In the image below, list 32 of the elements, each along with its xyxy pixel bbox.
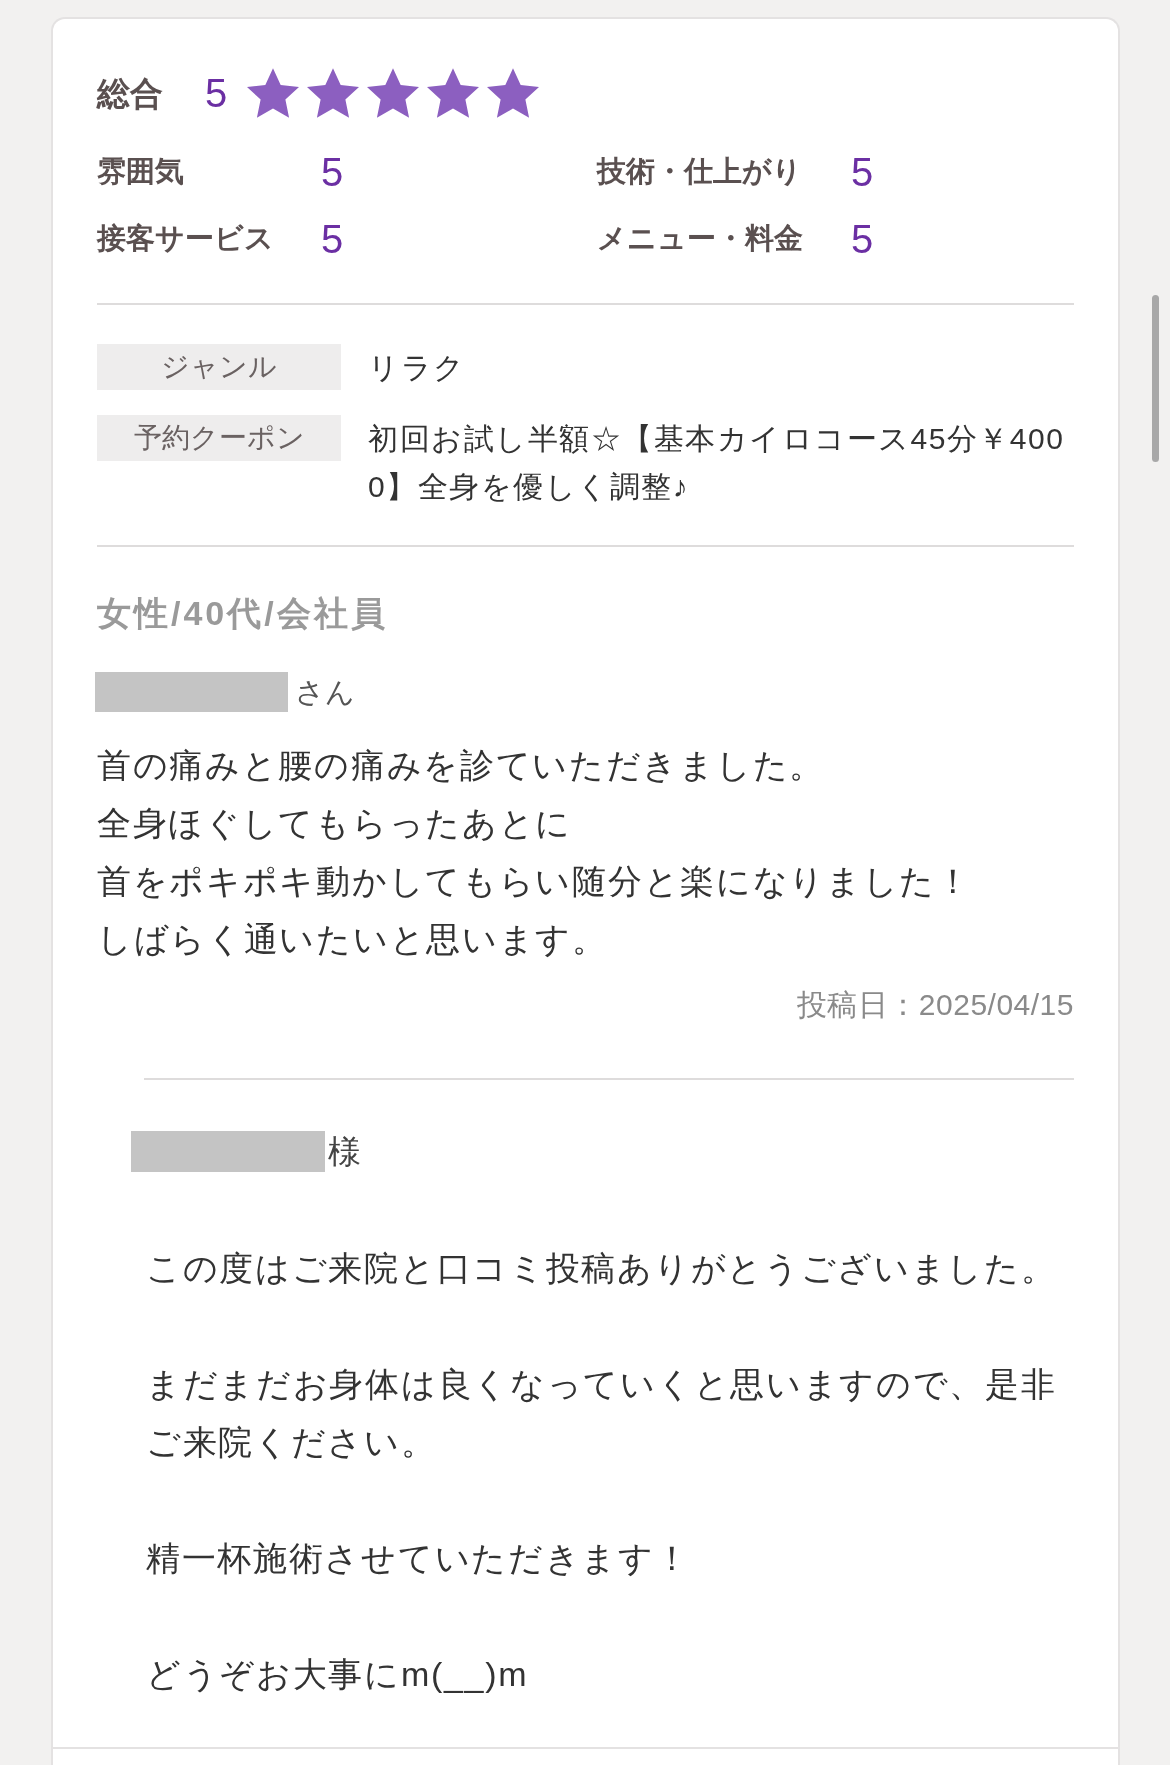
rating-label: 雰囲気 xyxy=(97,157,184,186)
field-value: 初回お試し半額☆【基本カイロコース45分￥4000】全身を優しく調整♪ xyxy=(368,421,1066,505)
field-value: リラク xyxy=(368,350,467,386)
overall-rating-label: 総合 xyxy=(97,76,163,110)
honorific-label: 様 xyxy=(328,1135,361,1168)
post-date: 投稿日：2025/04/15 xyxy=(795,987,1074,1023)
reply-paragraph: まだまだお身体は良くなっていくと思いますので、是非ご来院ください。 xyxy=(146,1364,1058,1463)
review-text: 全身ほぐしてもらったあとに xyxy=(97,803,574,844)
review-text: 首をポキポキ動かしてもらい随分と楽になりました！ xyxy=(97,861,973,902)
review-text: 首の痛みと腰の痛みを診ていただきました。 xyxy=(97,745,826,786)
rating-score: 5 xyxy=(851,151,874,192)
rating-score: 5 xyxy=(851,218,874,259)
rating-score: 5 xyxy=(321,151,344,192)
overall-score: 5 xyxy=(205,73,228,113)
star-icon xyxy=(427,68,480,118)
star-icon xyxy=(487,68,540,118)
star-icon xyxy=(367,68,420,118)
review-text: しばらく通いたいと思います。 xyxy=(97,919,609,960)
rating-label: 技術・仕上がり xyxy=(597,157,802,186)
field-label: 予約クーポン xyxy=(97,415,341,461)
rating-score: 5 xyxy=(321,218,344,259)
honorific-label: さん xyxy=(295,677,355,707)
rating-label: 接客サービス xyxy=(97,224,274,253)
star-icon xyxy=(247,68,300,118)
star-icon xyxy=(307,68,360,118)
field-label: ジャンル xyxy=(97,344,341,390)
scrollbar-thumb[interactable] xyxy=(1152,295,1159,462)
rating-label: メニュー・料金 xyxy=(597,224,803,253)
reply-paragraph: この度はご来院と口コミ投稿ありがとうございました。 xyxy=(146,1248,1058,1289)
reply-paragraph: どうぞお大事にm(__)m xyxy=(146,1654,530,1695)
reviewer-profile: 女性/40代/会社員 xyxy=(97,593,389,634)
reply-paragraph: 精一杯施術させていただきます！ xyxy=(146,1538,692,1579)
